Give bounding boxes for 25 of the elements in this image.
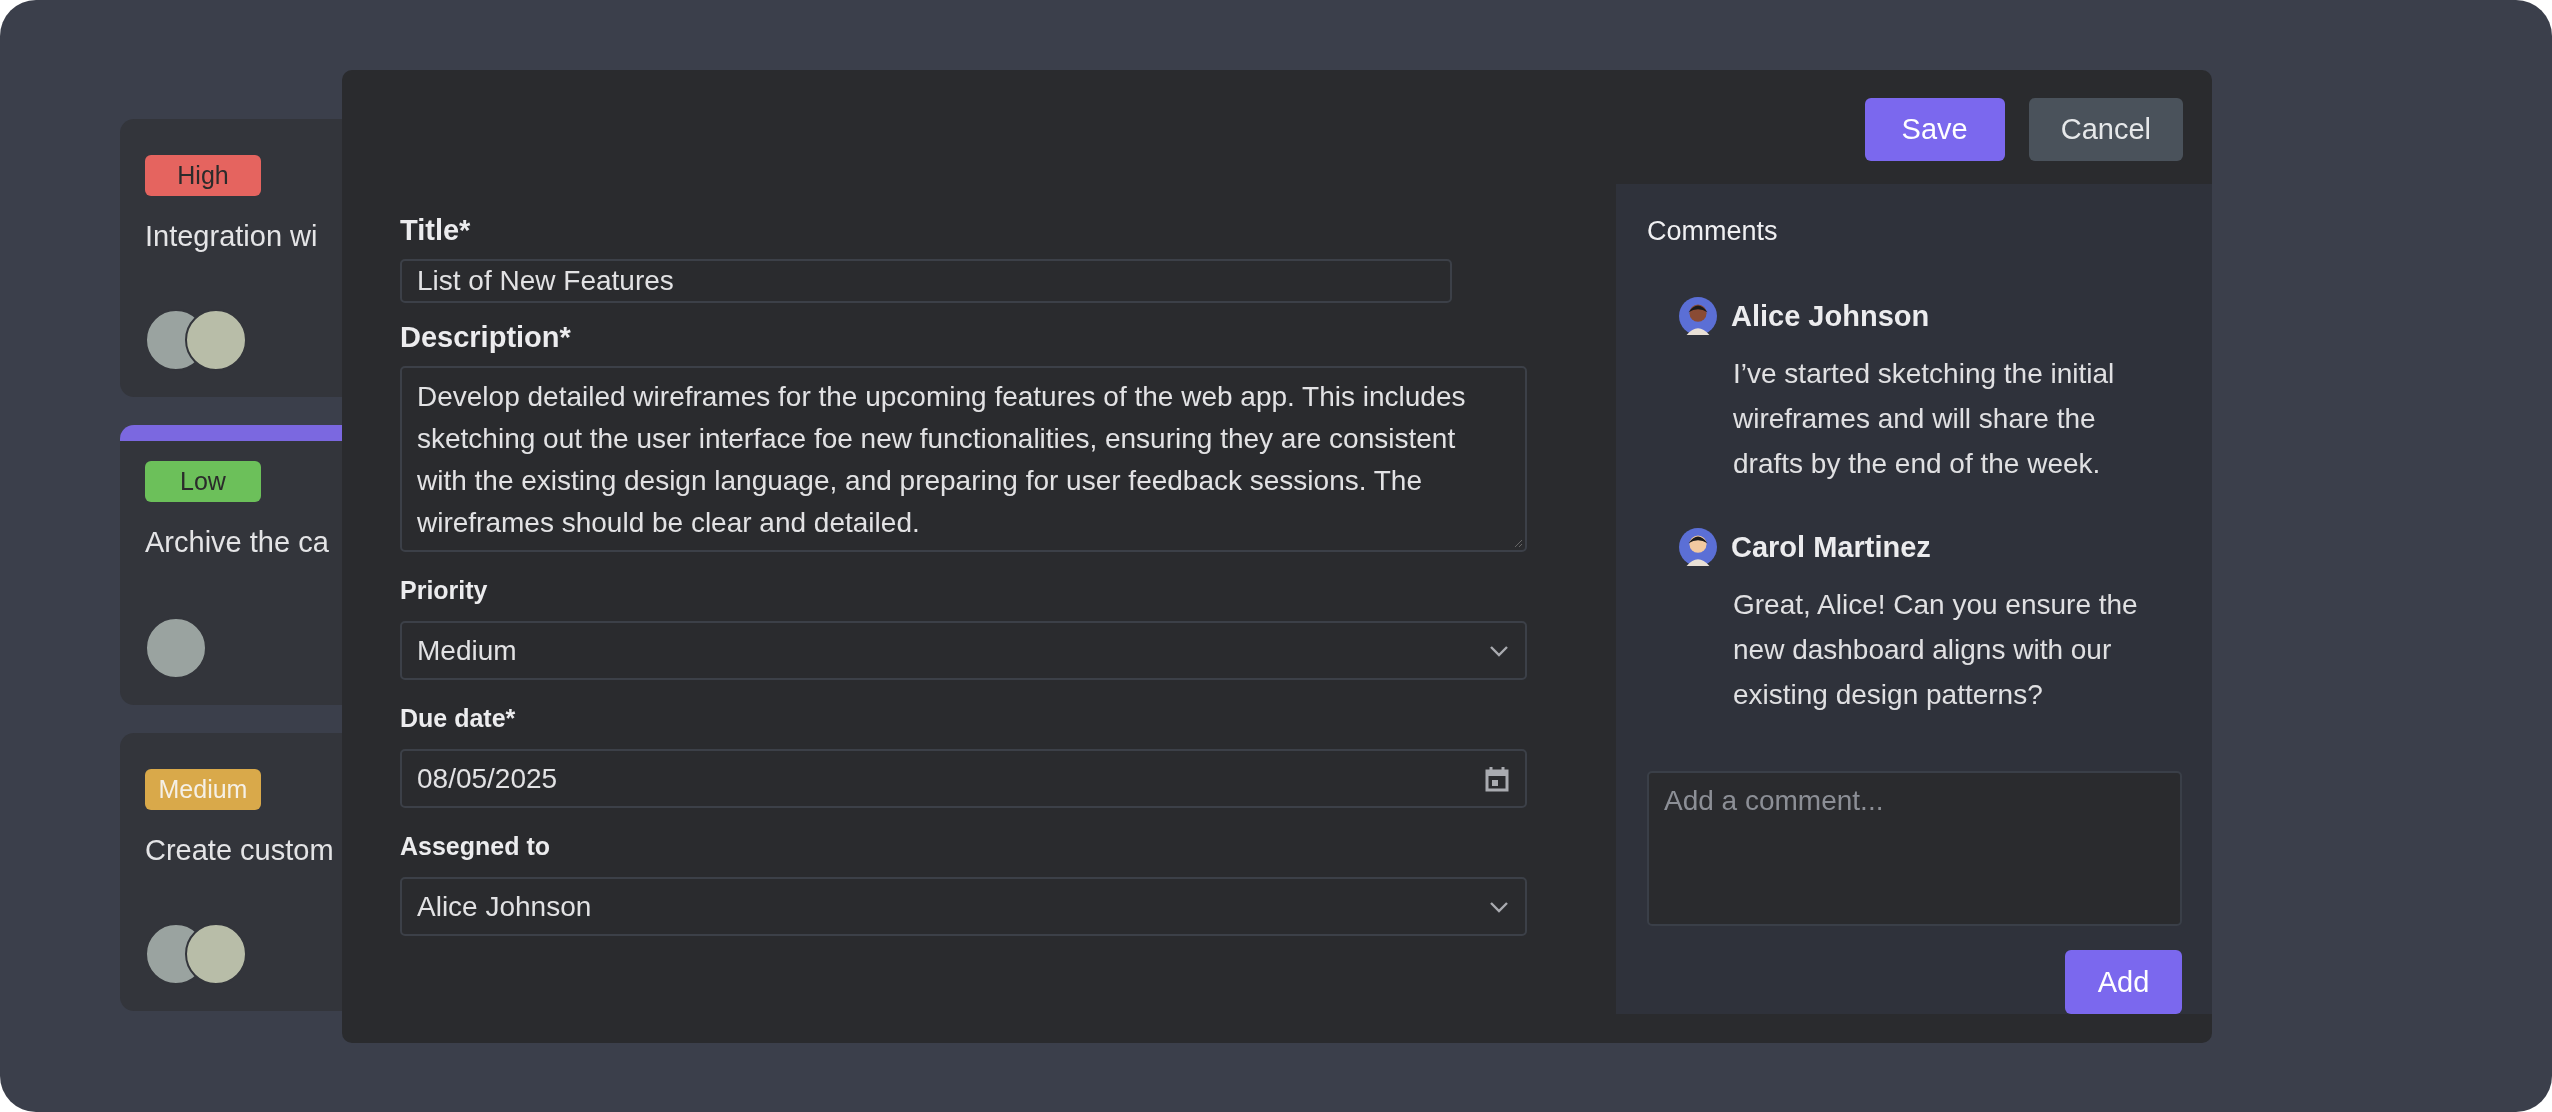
cancel-button[interactable]: Cancel <box>2028 97 2183 161</box>
comments-heading: Comments <box>1647 216 1779 247</box>
comment-text: Great, Alice! Can you ensure the new dashboard aligns with our existing design patterns? <box>1733 588 2139 712</box>
date-field[interactable]: 08/05/2025 <box>400 749 1527 808</box>
field-label: Due date* <box>400 704 517 733</box>
priority-tag: Low <box>145 461 261 502</box>
chevron-down-icon <box>1489 900 1509 913</box>
description-textarea[interactable]: Develop detailed wireframes for the upcoming features of the web app. This includes sketching out the user interface foe new functionalities, ensuring they are consistent with the existing design language, and preparing for user feedback sessions. The wireframes should be clear and detailed. <box>400 366 1527 552</box>
chevron-down-icon <box>1489 644 1509 657</box>
select-field[interactable]: Alice Johnson <box>400 877 1527 936</box>
save-button[interactable]: Save <box>1864 97 2005 161</box>
select-field[interactable]: Medium <box>400 621 1527 680</box>
resize-grip-icon <box>1513 538 1523 548</box>
calendar-icon <box>1485 765 1509 792</box>
avatar-icon <box>1679 528 1717 566</box>
card-title: Archive the ca <box>145 526 330 559</box>
comment-input[interactable]: Add a comment... <box>1647 771 2182 926</box>
avatar-icon <box>1679 297 1717 335</box>
comment-author: Alice Johnson <box>1731 299 1930 333</box>
add-button[interactable]: Add <box>2065 950 2182 1014</box>
comment-author: Carol Martinez <box>1731 530 1931 564</box>
priority-tag: High <box>145 155 261 196</box>
comment-text: I’ve started sketching the initial wireframes and will share the drafts by the end of the week. <box>1733 357 2116 481</box>
title-input[interactable]: List of New Features <box>400 259 1452 303</box>
priority-tag: Medium <box>145 769 261 810</box>
